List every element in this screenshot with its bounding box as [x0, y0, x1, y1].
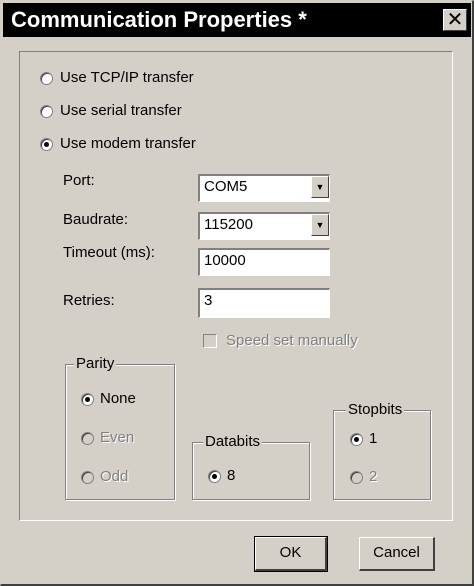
parity-title: Parity	[74, 355, 117, 373]
baudrate-label: Baudrate:	[63, 211, 129, 228]
stopbits-1-radio[interactable]	[350, 433, 363, 446]
radio-serial-label[interactable]: Use serial transfer	[60, 102, 182, 120]
port-dropdown-button[interactable]: ▼	[311, 176, 329, 198]
parity-group: Parity None Even Odd	[65, 355, 175, 500]
chevron-down-icon: ▼	[315, 220, 325, 230]
databits-8-label[interactable]: 8	[227, 467, 235, 485]
close-button[interactable]: ✕	[443, 9, 467, 31]
stopbits-2-radio[interactable]	[350, 471, 363, 484]
databits-8-radio[interactable]	[208, 470, 221, 483]
stopbits-1-label[interactable]: 1	[369, 430, 377, 448]
baudrate-dropdown-button[interactable]: ▼	[311, 214, 329, 236]
stopbits-group: Stopbits 1 2	[333, 401, 431, 500]
radio-tcpip[interactable]	[40, 72, 53, 85]
retries-input[interactable]: 3	[198, 288, 330, 318]
parity-even-radio[interactable]	[81, 432, 94, 445]
parity-none-radio[interactable]	[81, 393, 94, 406]
parity-none-label[interactable]: None	[100, 390, 136, 408]
parity-odd-label: Odd	[100, 468, 129, 485]
timeout-input[interactable]: 10000	[198, 248, 330, 276]
databits-group: Databits 8	[192, 433, 310, 500]
retries-value: 3	[204, 292, 213, 309]
settings-panel: Use TCP/IP transfer Use serial transfer …	[19, 51, 453, 521]
databits-title: Databits	[203, 433, 263, 451]
radio-modem[interactable]	[40, 138, 53, 151]
port-label: Port:	[63, 172, 95, 189]
communication-properties-dialog: Communication Properties * ✕ Use TCP/IP …	[0, 0, 474, 586]
port-value: COM5	[204, 178, 248, 195]
title-bar[interactable]: Communication Properties * ✕	[3, 3, 471, 37]
close-icon: ✕	[446, 7, 464, 31]
timeout-label: Timeout (ms):	[63, 244, 155, 261]
window-title: Communication Properties *	[11, 7, 307, 32]
parity-odd-radio[interactable]	[81, 471, 94, 484]
stopbits-2-label: 2	[369, 468, 378, 485]
baudrate-combobox[interactable]: 115200 ▼	[198, 212, 330, 240]
cancel-button[interactable]: Cancel	[359, 537, 435, 571]
timeout-value: 10000	[204, 252, 246, 269]
radio-tcpip-label[interactable]: Use TCP/IP transfer	[60, 69, 194, 87]
radio-serial[interactable]	[40, 105, 53, 118]
radio-modem-label[interactable]: Use modem transfer	[60, 135, 196, 153]
stopbits-title: Stopbits	[346, 401, 405, 419]
retries-label: Retries:	[63, 292, 115, 309]
baudrate-value: 115200	[204, 216, 253, 233]
speed-manual-checkbox[interactable]	[203, 334, 217, 348]
chevron-down-icon: ▼	[315, 182, 325, 192]
speed-manual-label: Speed set manually	[226, 332, 358, 349]
parity-even-label: Even	[100, 429, 135, 446]
ok-button[interactable]: OK	[254, 536, 328, 572]
port-combobox[interactable]: COM5 ▼	[198, 174, 330, 202]
